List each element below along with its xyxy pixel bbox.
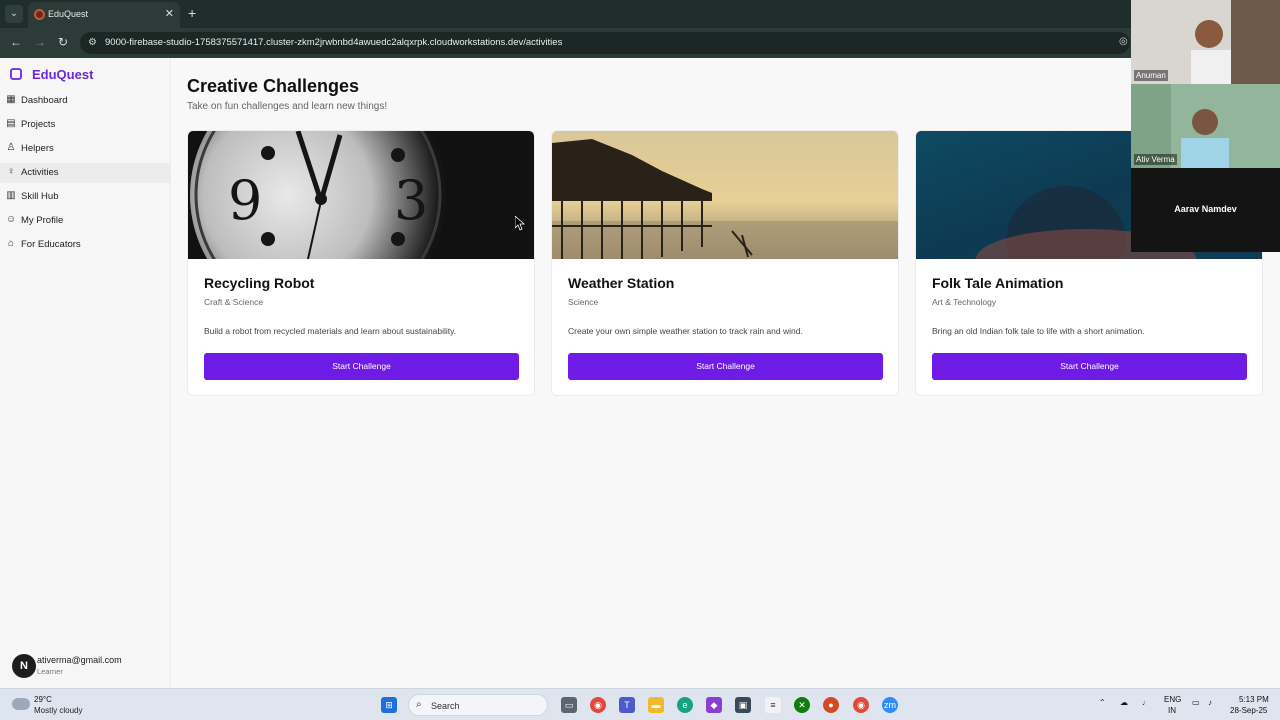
network-icon[interactable]: ▭ xyxy=(1192,698,1200,707)
video-tile[interactable]: Anuman xyxy=(1131,0,1280,84)
sidebar-item-skill-hub[interactable]: ▥ Skill Hub xyxy=(0,187,170,207)
page-subtitle: Take on fun challenges and learn new thi… xyxy=(187,101,388,112)
card-title: Folk Tale Animation xyxy=(932,275,1064,291)
start-challenge-button[interactable]: Start Challenge xyxy=(568,353,883,380)
region-code[interactable]: IN xyxy=(1168,706,1176,715)
participant-name: Ativ Verma xyxy=(1134,154,1177,165)
edge-icon[interactable]: e xyxy=(677,697,693,713)
svg-text:9: 9 xyxy=(228,169,262,232)
sidebar-item-helpers[interactable]: ♙ Helpers xyxy=(0,139,170,159)
card-category: Craft & Science xyxy=(204,297,264,307)
microphone-icon[interactable]: ♩ xyxy=(1142,698,1150,707)
card-category: Science xyxy=(568,297,599,307)
windows-start-icon[interactable]: ⊞ xyxy=(381,697,397,713)
search-icon: ⌕ xyxy=(416,699,422,710)
task-view-icon[interactable]: ▭ xyxy=(561,697,577,713)
tab-close-button[interactable]: ✕ xyxy=(165,7,174,20)
start-challenge-button[interactable]: Start Challenge xyxy=(204,353,519,380)
back-arrow-icon[interactable]: ← xyxy=(10,35,22,49)
user-role: Learner xyxy=(37,667,63,676)
card-title: Recycling Robot xyxy=(204,275,315,291)
svg-text:3: 3 xyxy=(394,169,428,232)
cloud-sync-icon[interactable]: ☁ xyxy=(1120,698,1128,707)
taskbar-search[interactable]: ⌕ Search xyxy=(408,694,548,716)
sidebar-item-label: Dashboard xyxy=(21,95,68,106)
notepad-icon[interactable]: ≡ xyxy=(765,697,781,713)
file-explorer-icon[interactable]: ▬ xyxy=(648,697,664,713)
sidebar-item-activities[interactable]: ♀ Activities xyxy=(0,163,170,183)
school-icon: ⌂ xyxy=(7,238,15,249)
xbox-icon[interactable]: ✕ xyxy=(794,697,810,713)
book-icon: ▤ xyxy=(6,118,16,129)
participant-name: Aarav Namdev xyxy=(1174,204,1237,214)
browser-tab[interactable]: EduQuest ✕ xyxy=(28,2,180,28)
cloud-icon[interactable] xyxy=(12,698,30,710)
card-description: Create your own simple weather station t… xyxy=(568,326,803,336)
sidebar-item-for-educators[interactable]: ⌂ For Educators xyxy=(0,235,170,255)
library-icon: ▥ xyxy=(6,190,16,201)
favicon-icon xyxy=(34,9,45,20)
video-tile[interactable]: Ativ Verma xyxy=(1131,84,1280,168)
volume-icon[interactable]: ♪ xyxy=(1208,698,1212,707)
dashboard-grid-icon: ▦ xyxy=(6,94,16,105)
sidebar: EduQuest ▦ Dashboard ▤ Projects ♙ Helper… xyxy=(0,58,171,688)
store-icon[interactable]: ▣ xyxy=(735,697,751,713)
new-tab-button[interactable]: + xyxy=(188,5,196,21)
logo-icon xyxy=(10,68,22,80)
app-logo-text[interactable]: EduQuest xyxy=(32,67,93,82)
tab-search-menu-button[interactable]: ⌄ xyxy=(5,5,23,23)
sidebar-item-label: Activities xyxy=(21,167,59,178)
browser-tab-bar: ⌄ EduQuest ✕ + xyxy=(0,0,1280,28)
user-icon: ☺ xyxy=(6,214,17,225)
avatar[interactable]: N xyxy=(12,654,36,678)
office-icon[interactable]: ◆ xyxy=(706,697,722,713)
sidebar-item-label: Projects xyxy=(21,119,56,130)
sidebar-item-label: Skill Hub xyxy=(21,191,59,202)
clock-date[interactable]: 28-Sep-25 xyxy=(1230,706,1267,715)
card-title: Weather Station xyxy=(568,275,675,291)
start-challenge-button[interactable]: Start Challenge xyxy=(932,353,1247,380)
teams-icon[interactable]: T xyxy=(619,697,635,713)
zoom-icon[interactable]: zm xyxy=(882,697,898,713)
address-bar[interactable]: ⚙ 9000-firebase-studio-1758375571417.clu… xyxy=(80,32,1130,54)
taskbar: 29°C Mostly cloudy ⊞ ⌕ Search ▭ ◉ T ▬ e … xyxy=(0,688,1280,720)
clock-photo: 9 3 xyxy=(188,131,534,259)
page-title: Creative Challenges xyxy=(187,76,360,96)
user-email: ativerma@gmail.com xyxy=(37,655,122,665)
weather-description[interactable]: Mostly cloudy xyxy=(34,706,82,715)
video-tile[interactable]: Aarav Namdev xyxy=(1131,168,1280,252)
pier-sunset-photo xyxy=(552,131,898,259)
users-icon: ♙ xyxy=(6,142,16,153)
chevron-up-icon[interactable]: ⌃ xyxy=(1099,698,1106,707)
sidebar-item-label: For Educators xyxy=(21,239,81,250)
url-text[interactable]: 9000-firebase-studio-1758375571417.clust… xyxy=(105,37,562,48)
clock-time[interactable]: 5:13 PM xyxy=(1239,695,1269,704)
participant-name: Anuman xyxy=(1134,70,1168,81)
search-label: Search xyxy=(431,701,460,711)
challenge-card: 9 3 Recycling Robot Craft & Science Buil… xyxy=(187,130,535,396)
language-code[interactable]: ENG xyxy=(1164,695,1181,704)
lightbulb-icon: ♀ xyxy=(7,166,15,177)
sidebar-item-my-profile[interactable]: ☺ My Profile xyxy=(0,211,170,231)
reload-icon[interactable]: ↻ xyxy=(58,35,68,49)
card-category: Art & Technology xyxy=(932,297,997,307)
sidebar-item-label: Helpers xyxy=(21,143,54,154)
extension-icon[interactable]: ◎ xyxy=(1119,36,1128,47)
card-description: Build a robot from recycled materials an… xyxy=(204,326,457,336)
sidebar-item-projects[interactable]: ▤ Projects xyxy=(0,115,170,135)
firefox-icon[interactable]: ● xyxy=(823,697,839,713)
mouse-cursor-icon xyxy=(515,216,525,231)
weather-temperature[interactable]: 29°C xyxy=(34,695,52,704)
card-description: Bring an old Indian folk tale to life wi… xyxy=(932,326,1145,336)
chrome-icon[interactable]: ◉ xyxy=(590,697,606,713)
site-info-icon[interactable]: ⚙ xyxy=(88,37,97,48)
browser-toolbar: ← → ↻ ⚙ 9000-firebase-studio-17583755714… xyxy=(0,28,1280,58)
sidebar-item-label: My Profile xyxy=(21,215,64,226)
chrome-active-icon[interactable]: ◉ xyxy=(853,697,869,713)
tab-title: EduQuest xyxy=(48,9,89,19)
forward-arrow-icon[interactable]: → xyxy=(34,35,46,49)
challenge-card: Weather Station Science Create your own … xyxy=(551,130,899,396)
sidebar-item-dashboard[interactable]: ▦ Dashboard xyxy=(0,91,170,111)
